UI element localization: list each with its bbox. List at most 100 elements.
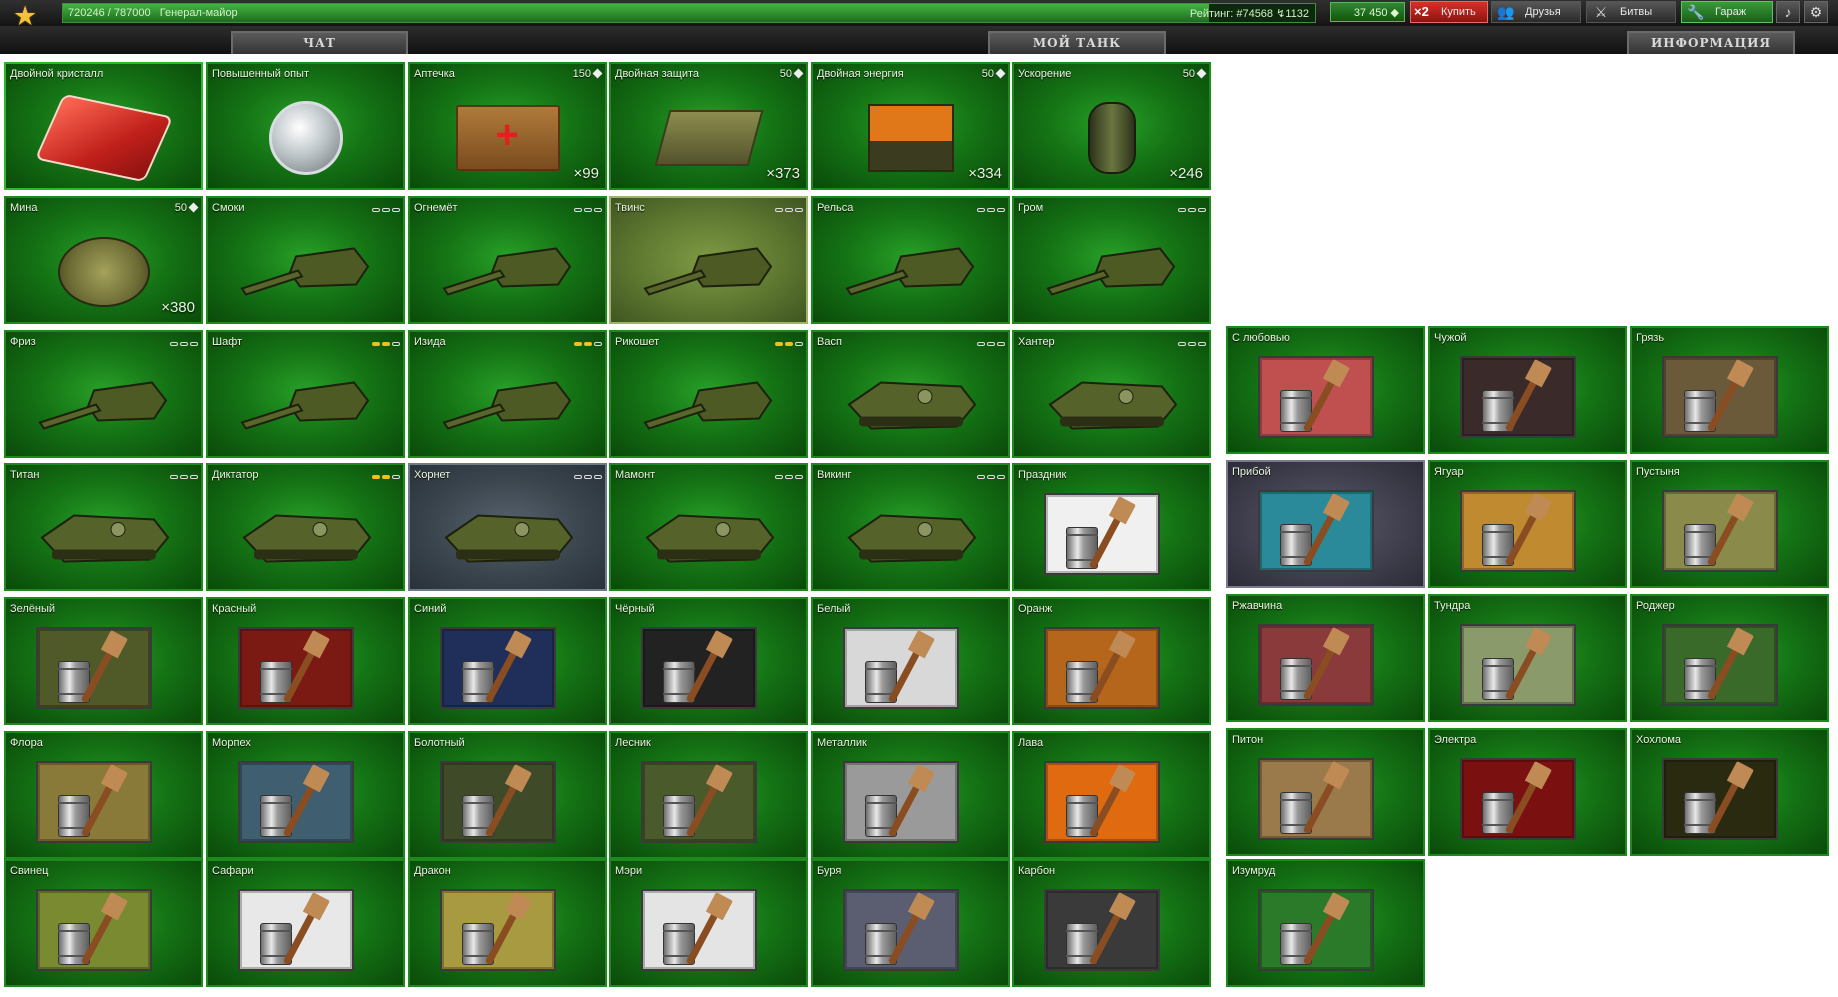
battles-button[interactable]: ⚔ Битвы (1586, 1, 1676, 23)
modification-pip (795, 475, 803, 479)
paint-card[interactable]: Ягуар (1428, 460, 1627, 588)
supply-card[interactable]: Аптечка 150 ×99 (408, 62, 607, 190)
hull-card[interactable]: Диктатор (206, 463, 405, 591)
paint-card[interactable]: Болотный (408, 731, 607, 859)
modification-pip (392, 475, 400, 479)
supply-card[interactable]: Ускорение 50 ×246 (1012, 62, 1211, 190)
medkit-box-icon (455, 105, 560, 172)
paint-name: Свинец (10, 865, 49, 877)
paint-card[interactable]: Дракон (408, 859, 607, 987)
supply-card[interactable]: Двойная энергия 50 ×334 (811, 62, 1010, 190)
paint-card[interactable]: Хохлома (1630, 728, 1829, 856)
tab-info[interactable]: ИНФОРМАЦИЯ (1627, 31, 1795, 54)
modification-pip (372, 342, 380, 346)
supply-card[interactable]: Мина 50 ×380 (4, 196, 203, 324)
rank-name: Генерал-майор (159, 7, 238, 19)
paint-card[interactable]: Ржавчина (1226, 594, 1425, 722)
paint-card[interactable]: Синий (408, 597, 607, 725)
paint-card[interactable]: Мэри (609, 859, 808, 987)
paint-name: Ржавчина (1232, 600, 1283, 612)
paint-canvas (1258, 758, 1374, 840)
paint-card[interactable]: Карбон (1012, 859, 1211, 987)
paint-canvas (641, 627, 757, 709)
turret-card[interactable]: Изида (408, 330, 607, 458)
supply-card[interactable]: Повышенный опыт (206, 62, 405, 190)
hull-card[interactable]: Викинг (811, 463, 1010, 591)
settings-button[interactable]: ⚙ (1804, 1, 1828, 23)
supply-card[interactable]: Двойная защита 50 ×373 (609, 62, 808, 190)
paint-card[interactable]: Красный (206, 597, 405, 725)
paint-card[interactable]: Роджер (1630, 594, 1829, 722)
turret-card[interactable]: Огнемёт (408, 196, 607, 324)
buy-crystals-button[interactable]: ×2 Купить (1410, 1, 1488, 23)
supply-card[interactable]: Двойной кристалл (4, 62, 203, 190)
item-name: Твинс (615, 202, 645, 214)
paint-card[interactable]: Праздник (1012, 463, 1211, 591)
paint-card[interactable]: Металлик (811, 731, 1010, 859)
garage-button[interactable]: 🔧 Гараж (1681, 1, 1773, 23)
paint-card[interactable]: Питон (1226, 728, 1425, 856)
paint-card[interactable]: Лесник (609, 731, 808, 859)
price-tag: 50 (982, 68, 1006, 80)
paint-canvas (641, 889, 757, 971)
hull-card[interactable]: Васп (811, 330, 1010, 458)
modification-pip (180, 342, 188, 346)
item-name: Смоки (212, 202, 245, 214)
paint-card[interactable]: Буря (811, 859, 1010, 987)
hull-card[interactable]: Титан (4, 463, 203, 591)
paint-card[interactable]: Тундра (1428, 594, 1627, 722)
modification-pip (795, 342, 803, 346)
paint-card[interactable]: Грязь (1630, 326, 1829, 454)
hull-card[interactable]: Хорнет (408, 463, 607, 591)
turret-card[interactable]: Рельса (811, 196, 1010, 324)
garage-label: Гараж (1715, 6, 1747, 18)
paint-card[interactable]: Пустыня (1630, 460, 1829, 588)
turret-card[interactable]: Гром (1012, 196, 1211, 324)
turret-card[interactable]: Рикошет (609, 330, 808, 458)
paint-card[interactable]: Флора (4, 731, 203, 859)
turret-card[interactable]: Смоки (206, 196, 405, 324)
modification-pip (977, 475, 985, 479)
mine-icon (57, 237, 150, 308)
paint-card[interactable]: Белый (811, 597, 1010, 725)
paint-card[interactable]: Оранж (1012, 597, 1211, 725)
crystal-icon (995, 68, 1006, 79)
hull-card[interactable]: Мамонт (609, 463, 808, 591)
crystal-icon: ◆ (1390, 7, 1399, 19)
turret-icon (639, 377, 779, 436)
modification-pip (574, 208, 582, 212)
paint-card[interactable]: Электра (1428, 728, 1627, 856)
modification-pip (180, 475, 188, 479)
paint-card[interactable]: Прибой (1226, 460, 1425, 588)
price-value: 50 (1182, 68, 1195, 80)
modification-pip (1198, 342, 1206, 346)
price-value: 50 (779, 68, 792, 80)
turret-card[interactable]: Фриз (4, 330, 203, 458)
tab-chat[interactable]: ЧАТ (231, 31, 408, 54)
tab-my-tank[interactable]: МОЙ ТАНК (988, 31, 1166, 54)
paint-canvas (238, 761, 354, 843)
paint-card[interactable]: Лава (1012, 731, 1211, 859)
experience-bar: 720246 / 787000 Генерал-майор Рейтинг: #… (62, 3, 1316, 23)
sound-button[interactable]: ♪ (1776, 1, 1800, 23)
paint-card[interactable]: Сафари (206, 859, 405, 987)
turret-card[interactable]: Шафт (206, 330, 405, 458)
paint-card[interactable]: Чёрный (609, 597, 808, 725)
paint-card[interactable]: Зелёный (4, 597, 203, 725)
paint-card[interactable]: Свинец (4, 859, 203, 987)
paint-name: Буря (817, 865, 842, 877)
modification-indicator (168, 470, 198, 479)
modification-pip (795, 208, 803, 212)
paint-card[interactable]: Изумруд (1226, 859, 1425, 987)
paint-card[interactable]: С любовью (1226, 326, 1425, 454)
modification-indicator (773, 470, 803, 479)
paint-card[interactable]: Чужой (1428, 326, 1627, 454)
sound-icon: ♪ (1784, 4, 1792, 20)
modification-indicator (572, 203, 602, 212)
paint-card[interactable]: Морпех (206, 731, 405, 859)
turret-card[interactable]: Твинс (609, 196, 808, 324)
modification-pip (987, 475, 995, 479)
modification-pip (785, 475, 793, 479)
friends-button[interactable]: 👥 Друзья (1491, 1, 1581, 23)
hull-card[interactable]: Хантер (1012, 330, 1211, 458)
